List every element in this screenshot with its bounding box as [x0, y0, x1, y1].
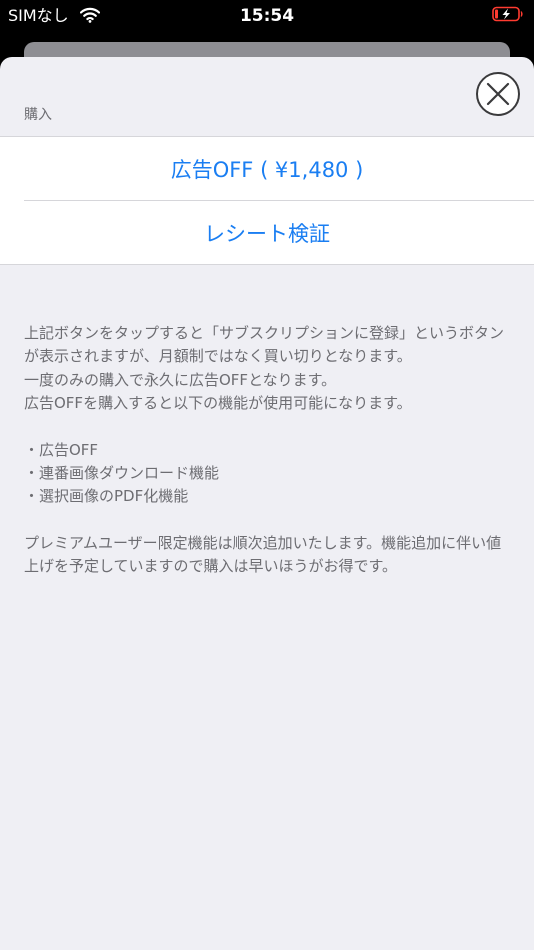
section-header-purchase: 購入	[24, 107, 52, 123]
feature-list-item: ・広告OFF	[24, 440, 99, 459]
description-paragraph: プレミアムユーザー限定機能は順次追加いたします。機能追加に伴い値上げを予定してい…	[24, 533, 502, 576]
verify-receipt-button[interactable]: レシート検証	[0, 201, 534, 264]
status-time: 15:54	[239, 6, 295, 26]
description-text: 上記ボタンをタップすると「サブスクリプションに登録」というボタンが表示されますが…	[24, 322, 516, 579]
purchase-sheet: 購入 広告OFF ( ¥1,480 ) レシート検証 上記ボタンをタップすると「…	[0, 57, 534, 950]
status-bar: SIMなし 15:54	[0, 0, 534, 36]
purchase-button-group: 広告OFF ( ¥1,480 ) レシート検証	[0, 136, 534, 265]
battery-icon	[492, 6, 523, 22]
close-button[interactable]	[475, 71, 521, 117]
description-paragraph: 広告OFFを購入すると以下の機能が使用可能になります。	[24, 394, 412, 413]
description-paragraph: 一度のみの購入で永久に広告OFFとなります。	[24, 370, 337, 389]
feature-list-item: ・連番画像ダウンロード機能	[24, 464, 220, 483]
ad-off-purchase-button[interactable]: 広告OFF ( ¥1,480 )	[0, 137, 534, 200]
description-paragraph: 上記ボタンをタップすると「サブスクリプションに登録」というボタンが表示されますが…	[24, 324, 505, 366]
feature-list-item: ・選択画像のPDF化機能	[24, 487, 189, 506]
